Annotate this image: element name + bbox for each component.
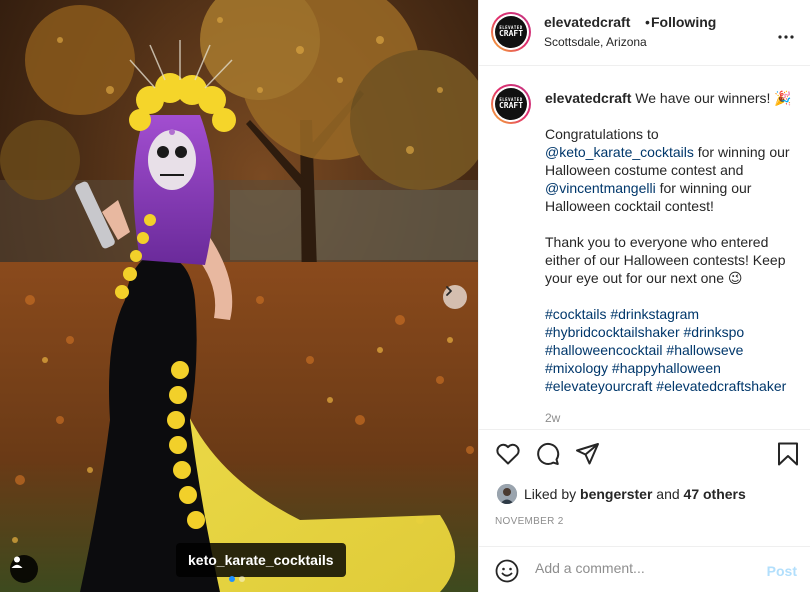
hashtag-link[interactable]: #happyhalloween [612, 360, 721, 376]
caption-username[interactable]: elevatedcraft [545, 90, 631, 106]
header-username[interactable]: elevatedcraft [544, 14, 630, 30]
carousel-indicator [229, 576, 245, 582]
more-horizontal-icon [778, 35, 794, 39]
user-icon [11, 556, 23, 568]
photo-illustration [0, 0, 478, 592]
tagged-user-label[interactable]: keto_karate_cocktails [176, 543, 346, 577]
caption-time-ago: 2w [545, 411, 561, 425]
following-button[interactable]: Following [651, 14, 716, 30]
hashtag-link[interactable]: #elevatedcraftshaker [656, 378, 786, 394]
caption-first-line: We have our winners! 🎉 [635, 90, 792, 106]
share-icon [576, 443, 599, 465]
hashtag-link[interactable]: #drinkstagram [610, 306, 699, 322]
caption-para2: Thank you to everyone who entered either… [545, 234, 786, 286]
header-location[interactable]: Scottsdale, Arizona [544, 35, 647, 49]
save-button[interactable] [777, 442, 799, 471]
share-button[interactable] [575, 442, 601, 471]
hashtag-link[interactable]: #hybridcocktailshaker [545, 324, 680, 340]
likes-others-link[interactable]: 47 others [684, 486, 746, 502]
caption-section: ELEVATED CRAFT elevatedcraft We have our… [479, 66, 810, 430]
liker-avatar[interactable] [497, 484, 517, 504]
caption-avatar[interactable]: ELEVATED CRAFT [491, 84, 531, 124]
hashtag-link[interactable]: #mixology [545, 360, 608, 376]
post-header: ELEVATED CRAFT elevatedcraft • Following… [479, 0, 810, 66]
like-button[interactable] [495, 442, 521, 471]
post-date: NOVEMBER 2 [495, 516, 564, 527]
liker-avatar-image [497, 484, 517, 504]
hashtag-link[interactable]: #elevateyourcraft [545, 378, 652, 394]
caption-text: elevatedcraft We have our winners! 🎉 Con… [545, 89, 807, 395]
post-details-panel: ELEVATED CRAFT elevatedcraft • Following… [478, 0, 810, 592]
emoji-picker-button[interactable] [495, 559, 519, 588]
smiley-icon [495, 559, 519, 583]
tagged-users-button[interactable] [10, 555, 38, 583]
mention-link[interactable]: @vincentmangelli [545, 180, 656, 196]
carousel-dot [239, 576, 245, 582]
likes-prefix: Liked by [524, 486, 577, 502]
comment-form: Post [479, 546, 810, 592]
likes-and: and [656, 486, 680, 502]
header-separator: • [645, 14, 650, 30]
header-avatar[interactable]: ELEVATED CRAFT [491, 12, 531, 52]
chevron-right-icon [446, 286, 452, 296]
mention-link[interactable]: @keto_karate_cocktails [545, 144, 694, 160]
carousel-next-button[interactable] [443, 285, 467, 309]
more-options-button[interactable] [778, 26, 794, 44]
comment-input[interactable] [535, 560, 755, 576]
comment-icon [537, 443, 560, 465]
carousel-dot-active [229, 576, 235, 582]
post-comment-button[interactable]: Post [767, 563, 797, 579]
bookmark-icon [778, 442, 798, 466]
post-photo[interactable]: keto_karate_cocktails [0, 0, 478, 592]
avatar-logo-text-bottom: CRAFT [498, 29, 524, 39]
liker-username[interactable]: bengerster [580, 486, 652, 502]
hashtag-link[interactable]: #hallowseve [666, 342, 743, 358]
hashtag-link[interactable]: #cocktails [545, 306, 606, 322]
hashtag-link[interactable]: #drinkspo [684, 324, 745, 340]
comment-button[interactable] [535, 442, 561, 471]
action-bar [479, 430, 810, 480]
likes-summary: Liked by bengerster and 47 others [497, 484, 746, 504]
avatar-logo-text-bottom: CRAFT [498, 101, 524, 111]
hashtag-list: #cocktails #drinkstagram #hybridcocktail… [545, 305, 807, 395]
heart-icon [496, 443, 520, 465]
hashtag-link[interactable]: #halloweencocktail [545, 342, 663, 358]
caption-para1-before: Congratulations to [545, 126, 659, 142]
